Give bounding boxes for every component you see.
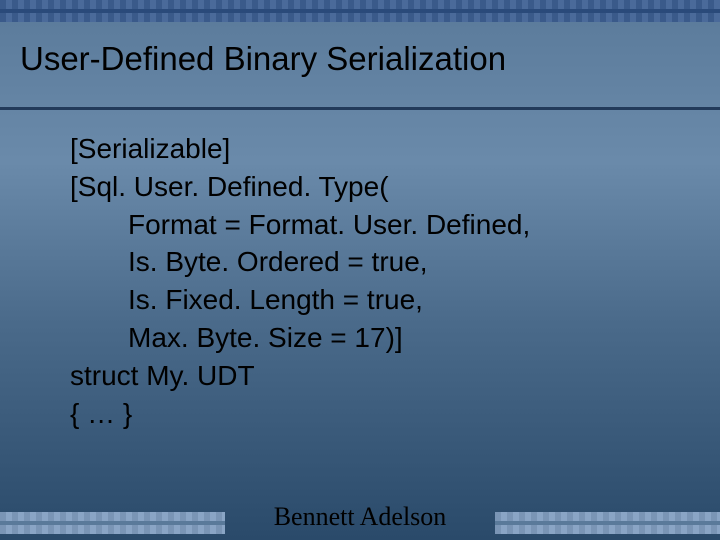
slide-title: User-Defined Binary Serialization: [20, 40, 700, 78]
code-line: Format = Format. User. Defined,: [70, 206, 680, 244]
title-underline: [0, 107, 720, 110]
code-line: struct My. UDT: [70, 357, 680, 395]
footer-area: Bennett Adelson: [0, 500, 720, 534]
code-line: [Serializable]: [70, 130, 680, 168]
code-line: Is. Fixed. Length = true,: [70, 281, 680, 319]
footer-text: Bennett Adelson: [260, 502, 461, 532]
code-line: Max. Byte. Size = 17)]: [70, 319, 680, 357]
top-border-decoration: [0, 0, 720, 22]
code-line: [Sql. User. Defined. Type(: [70, 168, 680, 206]
slide: User-Defined Binary Serialization [Seria…: [0, 0, 720, 540]
title-area: User-Defined Binary Serialization: [20, 30, 700, 110]
code-line: Is. Byte. Ordered = true,: [70, 243, 680, 281]
code-line: { … }: [70, 395, 680, 433]
code-block: [Serializable] [Sql. User. Defined. Type…: [70, 130, 680, 432]
